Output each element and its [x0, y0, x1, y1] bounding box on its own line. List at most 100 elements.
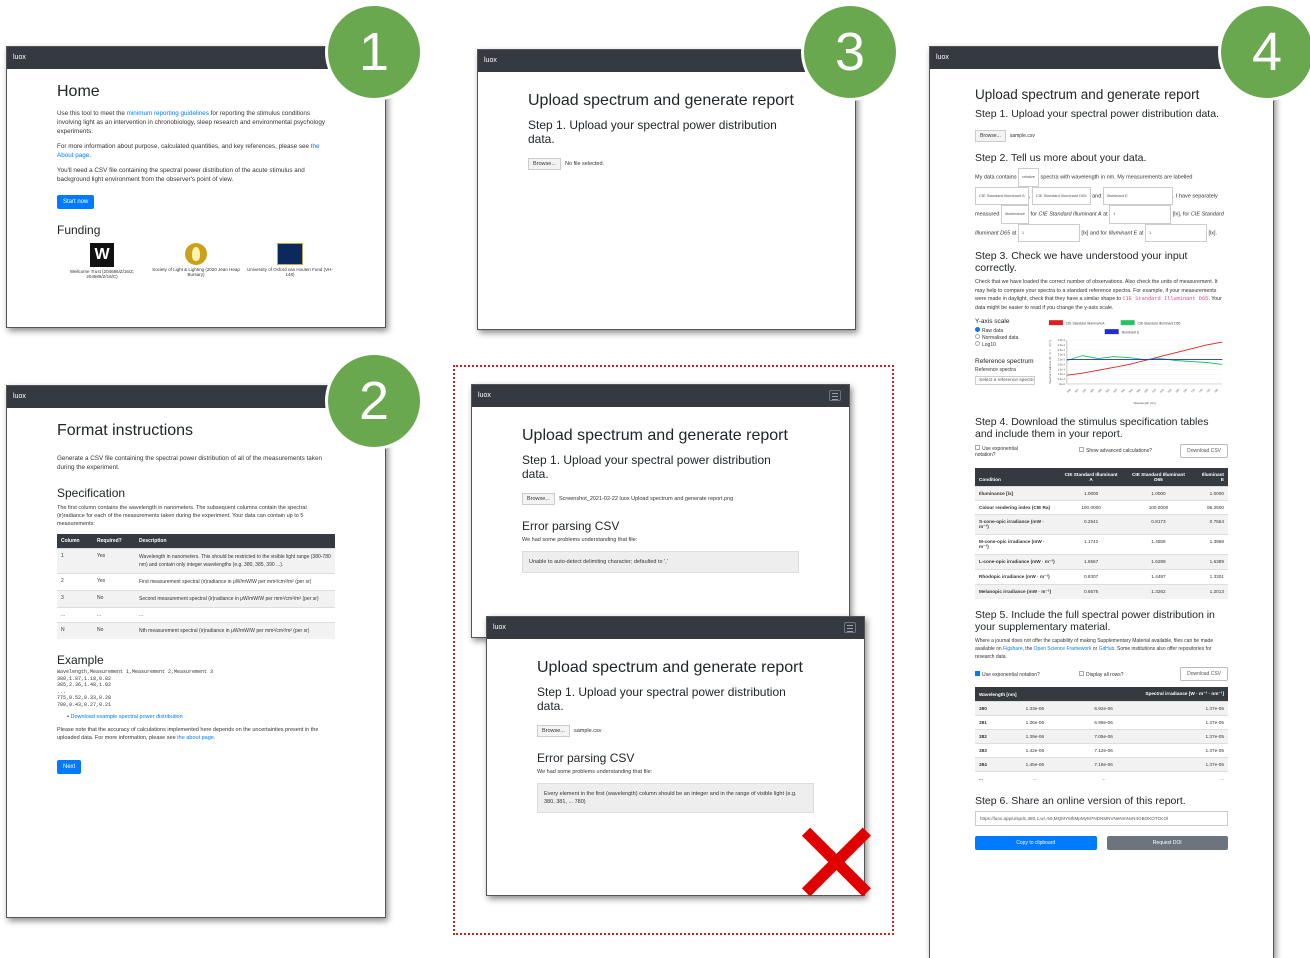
- brand-logo[interactable]: luox: [484, 57, 497, 64]
- error-sub: We had some problems understanding that …: [522, 537, 638, 543]
- download-example-link[interactable]: Download example spectral power distribu…: [70, 714, 182, 720]
- legend-label: CIE Standard Illuminant D65: [1137, 322, 1180, 326]
- x-tick-label: 540: [1120, 387, 1126, 393]
- error-message: Every element in the first (wavelength) …: [537, 783, 814, 813]
- home-csv-note: You'll need a CSV file containing the sp…: [57, 167, 305, 183]
- browse-button[interactable]: Browse...: [522, 493, 555, 505]
- osf-link[interactable]: Open Science Framework: [1034, 646, 1092, 652]
- x-tick-label: 520: [1112, 387, 1118, 393]
- page-title: Upload spectrum and generate report: [528, 92, 794, 109]
- home-screenshot: luox Home Use this tool to meet the mini…: [6, 46, 386, 328]
- step1-heading: Step 1. Upload your spectral power distr…: [975, 108, 1219, 120]
- file-name: sample.csv: [573, 728, 602, 734]
- about-link[interactable]: the about page: [177, 735, 214, 741]
- copy-clipboard-button[interactable]: Copy to clipboard: [975, 836, 1097, 850]
- step2-form: My data contains relative spectra with w…: [975, 168, 1228, 242]
- display-all-checkbox[interactable]: Display all rows?: [1079, 670, 1124, 678]
- step3-text: Check that we have loaded the correct nu…: [975, 279, 1222, 311]
- accuracy-note: Please note that the accuracy of calcula…: [57, 727, 319, 741]
- browse-button[interactable]: Browse...: [528, 158, 561, 170]
- table-row: S-cone-opic irradiance (mW · m⁻²) 0.2541 0…: [975, 514, 1228, 535]
- download-csv-button[interactable]: Download CSV: [1180, 444, 1228, 458]
- x-tick-label: 660: [1166, 387, 1172, 393]
- exp-notation-checkbox[interactable]: Use exponential notation?: [975, 444, 1039, 458]
- menu-icon[interactable]: [844, 622, 856, 633]
- step5-text: Where a journal does not offer the capab…: [975, 638, 1214, 660]
- navbar: luox: [478, 50, 855, 72]
- brand-logo[interactable]: luox: [13, 393, 26, 400]
- share-url-field[interactable]: https://luox.app/u/spd1,380,1,wl,-59,MQM…: [975, 811, 1228, 826]
- show-advanced-checkbox[interactable]: Show advanced calculations?: [1079, 447, 1155, 455]
- table-row: M-cone-opic irradiance (mW · m⁻²) 1.1742 1…: [975, 534, 1228, 555]
- next-button[interactable]: Next: [57, 760, 82, 774]
- x-tick-label: 580: [1135, 387, 1141, 393]
- table-row: Melanopic irradiance (mW · m⁻²) 0.6575 1.3…: [975, 584, 1228, 599]
- table-row: Rhodopic irradiance (mW · m⁻²) 0.8307 1.44…: [975, 569, 1228, 585]
- github-link[interactable]: GitHub: [1099, 646, 1115, 652]
- yscale-normalised[interactable]: Normalised data: [975, 334, 1037, 341]
- value-3-input[interactable]: 1: [1144, 223, 1207, 242]
- exp-notation-checkbox[interactable]: Use exponential notation?: [975, 670, 1055, 678]
- table-row: 2 Yes First measurement spectral (ir)radia…: [57, 573, 335, 591]
- funder-oxford[interactable]: University of Oxford van Houten Fund (VH…: [245, 243, 335, 279]
- table-row: 380 1.33e-06 6.92e-06 1.37e-05: [975, 701, 1228, 716]
- table-row: Colour rendering index (CIE Ra) 100.0000 1…: [975, 500, 1228, 515]
- x-tick-label: 600: [1143, 387, 1149, 393]
- error-message: Unable to auto-detect delimiting charact…: [522, 551, 799, 573]
- x-tick-label: 720: [1190, 387, 1196, 393]
- x-tick-label: 700: [1182, 387, 1188, 393]
- brand-logo[interactable]: luox: [936, 54, 949, 61]
- error-heading: Error parsing CSV: [522, 519, 620, 533]
- download-csv-button[interactable]: Download CSV: [1180, 667, 1228, 681]
- upload-screenshot: luox Upload spectrum and generate report…: [477, 49, 856, 330]
- x-tick-label: 500: [1104, 387, 1110, 393]
- label-1-input[interactable]: CIE Standard Illuminant A: [975, 186, 1029, 205]
- table-row: 381 1.36e-06 6.99e-06 1.37e-05: [975, 715, 1228, 730]
- yscale-raw[interactable]: Raw data: [975, 327, 1037, 334]
- y-tick-label: 1.0e-3: [1057, 372, 1065, 376]
- measured-quantity-select[interactable]: illuminance: [1001, 205, 1030, 224]
- brand-logo[interactable]: luox: [478, 392, 491, 399]
- request-doi-button[interactable]: Request DOI: [1106, 836, 1228, 850]
- page-title: Home: [57, 83, 100, 100]
- guidelines-link[interactable]: minimum reporting guidelines: [127, 110, 209, 117]
- y-tick-label: 0e+0: [1059, 382, 1065, 386]
- x-tick-label: 620: [1151, 387, 1157, 393]
- spectrum-chart: CIE Standard Illuminant A CIE Standard Il…: [1048, 320, 1223, 405]
- legend-swatch: [1104, 329, 1119, 335]
- x-tick-label: 760: [1205, 387, 1211, 393]
- legend-swatch: [1048, 320, 1063, 326]
- x-axis-label: Wavelength [nm]: [1133, 401, 1155, 405]
- table-row: 383 1.42e-06 7.12e-06 1.37e-05: [975, 743, 1228, 758]
- y-tick-label: 3.5e-3: [1057, 348, 1065, 352]
- step5-heading: Step 5. Include the full spectral power …: [975, 609, 1215, 633]
- refspec-label: Reference spectra: [975, 367, 1016, 373]
- x-tick-label: 440: [1081, 387, 1087, 393]
- browse-button[interactable]: Browse...: [975, 130, 1006, 142]
- label-3-input[interactable]: Illuminant E: [1102, 186, 1173, 205]
- x-tick-label: 420: [1073, 387, 1079, 393]
- brand-logo[interactable]: luox: [493, 624, 506, 631]
- value-2-input[interactable]: 1: [1017, 223, 1080, 242]
- menu-icon[interactable]: [829, 390, 841, 401]
- figshare-link[interactable]: Figshare: [1003, 646, 1022, 652]
- table-row: 1 Yes Wavelength in nanometers. This shoul…: [57, 548, 335, 574]
- table-row: ............: [975, 771, 1228, 785]
- yscale-log10[interactable]: Log10: [975, 341, 1037, 348]
- funder-sll[interactable]: Society of Light & Lighting (2020 Jean H…: [151, 243, 241, 279]
- spectra-type-select[interactable]: relative: [1018, 168, 1040, 187]
- browse-button[interactable]: Browse...: [537, 725, 570, 737]
- y-tick-label: 4.5e-3: [1057, 338, 1065, 342]
- step3-heading: Step 3. Check we have understood your in…: [975, 250, 1188, 274]
- value-1-input[interactable]: 1: [1109, 205, 1172, 224]
- start-button[interactable]: Start now: [57, 195, 95, 209]
- navbar: luox: [472, 385, 849, 407]
- page-title: Upload spectrum and generate report: [975, 87, 1200, 102]
- reference-spectrum-select[interactable]: Select a reference spectrum: [975, 376, 1035, 385]
- wellcome-logo: W: [90, 243, 114, 267]
- brand-logo[interactable]: luox: [13, 54, 26, 61]
- step1-heading: Step 1. Upload your spectral power distr…: [522, 453, 771, 481]
- funder-wellcome[interactable]: W Wellcome Trust (204686/Z/16/Z, 204686/…: [57, 243, 147, 279]
- x-tick-label: 560: [1128, 387, 1134, 393]
- label-2-input[interactable]: CIE Standard Illuminant D65: [1031, 186, 1091, 205]
